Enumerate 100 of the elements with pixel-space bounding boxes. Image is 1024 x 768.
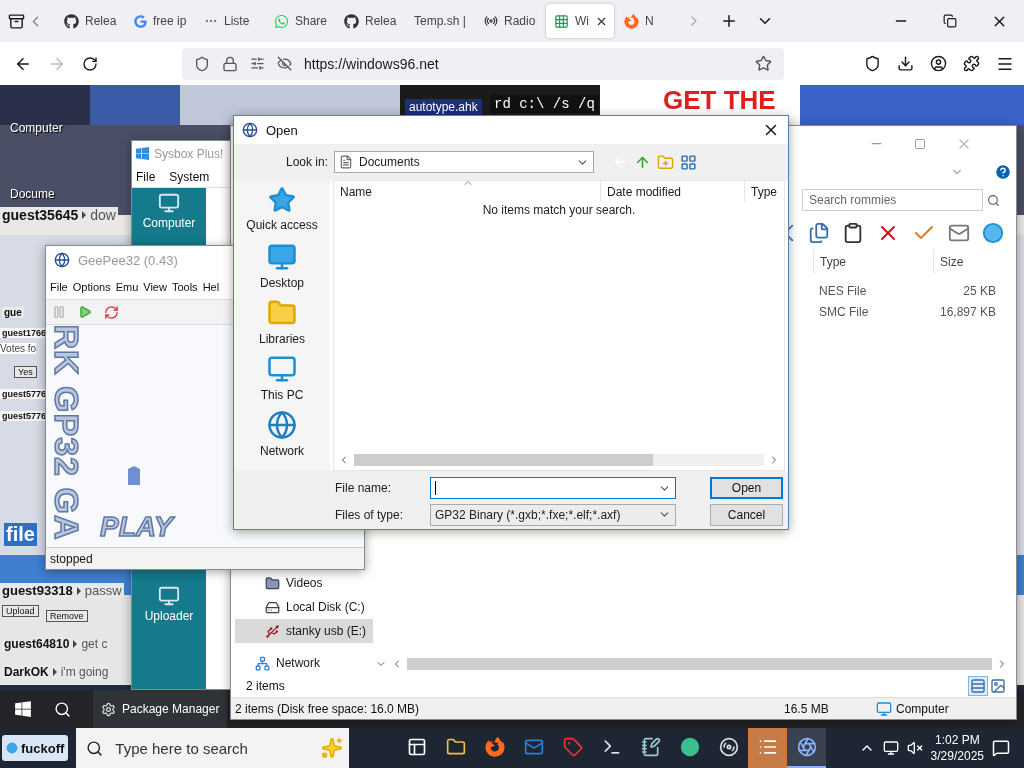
shell-icon[interactable] <box>982 222 1004 244</box>
search-icon <box>86 739 104 757</box>
star-icon[interactable] <box>755 55 772 72</box>
eye-off-icon <box>277 56 292 71</box>
place-item[interactable]: Network <box>234 410 330 466</box>
nav-item[interactable]: stanky usb (E:) <box>235 619 373 643</box>
maximize-icon[interactable] <box>914 137 926 150</box>
browser-tab[interactable]: Liste <box>196 4 264 38</box>
search-input[interactable]: Search rommies <box>802 189 983 211</box>
new-tab-icon[interactable] <box>720 12 738 30</box>
disc-icon <box>718 737 739 757</box>
nav-item[interactable]: Local Disk (C:) <box>235 595 373 619</box>
reload-icon[interactable] <box>82 55 98 72</box>
menu-item[interactable]: System <box>169 169 210 184</box>
place-item[interactable]: Desktop <box>234 242 330 298</box>
clipboard-icon[interactable] <box>842 222 864 244</box>
puzzle-icon[interactable] <box>963 55 980 72</box>
column-header[interactable]: Name <box>334 181 600 202</box>
menu-item[interactable]: File <box>50 280 68 293</box>
windows-logo-icon <box>135 146 150 161</box>
menu-item[interactable]: Emu <box>115 280 139 293</box>
place-item[interactable]: This PC <box>234 354 330 410</box>
chat-button[interactable]: Remove <box>46 610 88 622</box>
help-icon[interactable] <box>994 163 1012 181</box>
search-input[interactable]: Type here to search <box>113 738 312 758</box>
account-icon[interactable] <box>930 55 947 72</box>
permissions-icon <box>250 56 265 71</box>
desktop-shortcut[interactable]: Uploader <box>144 585 194 623</box>
place-item[interactable]: Libraries <box>234 298 330 354</box>
search-icon[interactable] <box>54 700 71 718</box>
open-button[interactable]: Open <box>710 477 783 499</box>
menu-item[interactable]: Hel <box>202 280 220 293</box>
browser-tab[interactable]: Radio <box>476 4 544 38</box>
browser-tab[interactable]: Relea <box>56 4 124 38</box>
desktop-shortcut[interactable]: Computer <box>142 192 196 230</box>
grid-icon <box>554 13 569 29</box>
copy-icon[interactable] <box>808 222 830 244</box>
chat-button[interactable]: Yes <box>14 366 37 378</box>
menu-item[interactable]: View <box>143 280 167 293</box>
folder-icon <box>445 737 466 757</box>
shield-icon <box>194 55 210 72</box>
file-name-field[interactable] <box>430 477 676 499</box>
lock-icon <box>222 55 238 72</box>
scrollbar-thumb[interactable] <box>354 454 654 466</box>
nav-label: stanky usb (E:) <box>286 624 367 638</box>
windows-logo-icon[interactable] <box>14 700 32 718</box>
clock[interactable]: 1:02 PM 3/29/2025 <box>922 732 992 764</box>
volume-muted-icon[interactable] <box>906 740 923 756</box>
usb-icon <box>265 623 280 639</box>
browser-tab[interactable]: Relea <box>336 4 404 38</box>
pointer-icon <box>82 211 87 219</box>
chat-button[interactable]: Upload <box>2 605 39 617</box>
column-header[interactable]: Type <box>813 249 933 274</box>
view-menu-icon[interactable] <box>680 153 697 171</box>
gear-icon <box>101 701 116 717</box>
nav-item[interactable]: Network <box>235 651 373 675</box>
column-header[interactable]: Type <box>744 181 784 202</box>
desktop-icon <box>267 242 297 272</box>
browser-tab[interactable]: Temp.sh | <box>406 4 474 38</box>
place-item[interactable]: Quick access <box>234 186 330 242</box>
taskbar-app[interactable]: Package Manager <box>93 690 228 728</box>
menu-item[interactable]: File <box>136 169 156 184</box>
cancel-button[interactable]: Cancel <box>710 503 783 526</box>
column-header[interactable]: Date modified <box>600 181 744 202</box>
restore-icon[interactable] <box>943 14 957 28</box>
app-icon <box>242 122 258 138</box>
tab-list-icon[interactable] <box>8 12 25 30</box>
menu-item[interactable]: Options <box>72 280 111 293</box>
menu-item[interactable]: Tools <box>171 280 198 293</box>
file-type-dropdown[interactable]: GP32 Binary (*.gxb;*.fxe;*.elf;*.axf) <box>430 503 676 526</box>
search-icon <box>987 193 1000 207</box>
play-icon[interactable] <box>78 305 92 319</box>
column-header[interactable]: Size <box>933 249 1008 274</box>
reset-icon[interactable] <box>104 304 119 320</box>
chat-username: DarkOK <box>4 665 49 679</box>
taskbar-app[interactable] <box>787 728 827 768</box>
table-cell-text: NES File <box>818 283 868 298</box>
notification-icon[interactable] <box>992 739 1010 757</box>
banner-text: rd c:\ /s /q <box>490 95 599 113</box>
nav-item[interactable]: Videos <box>235 571 373 595</box>
chat-username: guest35645 <box>2 207 79 223</box>
scrollbar-thumb[interactable] <box>407 658 992 670</box>
look-in-dropdown[interactable]: Documents <box>334 151 594 173</box>
field-label: Look in: <box>284 155 328 169</box>
browser-tab[interactable]: Share <box>266 4 334 38</box>
address-bar[interactable]: https://windows96.net <box>182 47 784 80</box>
envelope-icon[interactable] <box>948 222 970 244</box>
network-icon[interactable] <box>882 740 899 756</box>
desktop-icon-label: Docume <box>10 187 55 201</box>
status-text: 2 items (Disk free space: 16.0 MB) <box>235 701 421 716</box>
details-view-button[interactable] <box>968 676 988 696</box>
widget-button[interactable]: fuckoff <box>2 735 69 761</box>
browser-tab[interactable]: N <box>616 4 684 38</box>
browser-tab[interactable]: free ip <box>126 4 194 38</box>
download-icon[interactable] <box>897 55 914 72</box>
place-label: Desktop <box>260 276 304 290</box>
search-field[interactable]: Type here to search <box>76 728 350 768</box>
taskbar-app[interactable] <box>748 728 788 768</box>
thumbnail-view-button[interactable] <box>988 676 1008 696</box>
browser-tab[interactable]: Wi <box>546 4 614 38</box>
